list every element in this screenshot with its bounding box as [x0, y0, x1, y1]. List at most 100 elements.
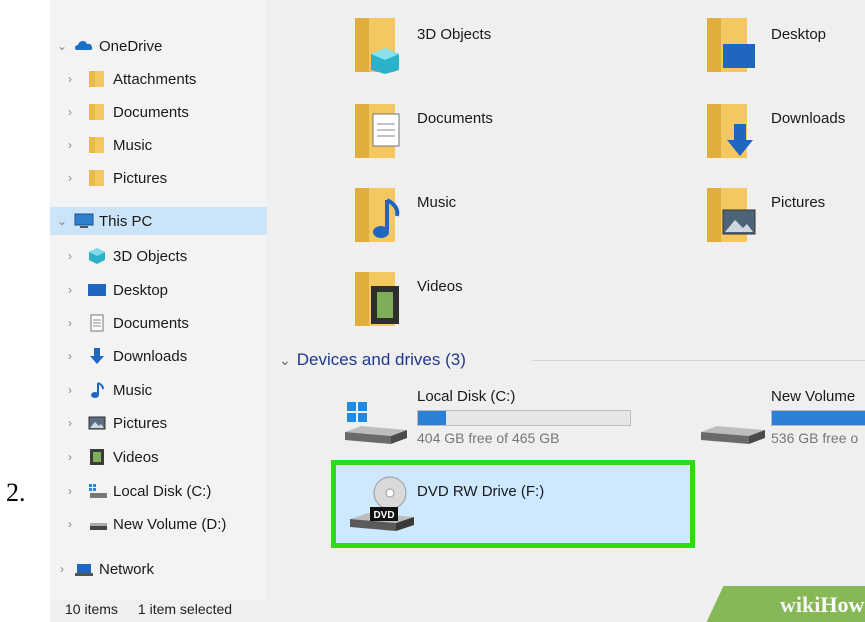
nav-label: OneDrive — [99, 37, 163, 55]
cube-icon — [88, 247, 106, 265]
nav-label: Pictures — [113, 414, 168, 432]
music-folder-icon — [355, 184, 407, 246]
nav-item-3d-objects[interactable]: › 3D Objects — [50, 242, 281, 270]
nav-item-music[interactable]: › Music — [50, 376, 281, 404]
folder-label: Music — [417, 194, 457, 211]
step-number: 2. — [6, 478, 26, 507]
chevron-down-icon[interactable]: ⌄ — [56, 39, 68, 53]
drive-free-space: 404 GB free of 465 GB — [417, 430, 560, 446]
nav-label: Videos — [113, 448, 159, 466]
nav-item-documents-onedrive[interactable]: › Documents — [50, 98, 281, 126]
chevron-down-icon[interactable]: ⌄ — [56, 214, 68, 228]
nav-item-local-disk-c[interactable]: › Local Disk (C:) — [50, 477, 281, 505]
film-icon — [88, 448, 106, 466]
nav-item-network[interactable]: › Network — [50, 555, 273, 583]
nav-item-this-pc[interactable]: ⌄ This PC — [50, 207, 273, 235]
chevron-right-icon[interactable]: › — [64, 72, 76, 86]
folder-icon — [88, 136, 106, 154]
drive-dvd-rw-f[interactable]: DVD DVD RW Drive (F:) — [331, 460, 695, 548]
watermark-text-wiki: wiki — [780, 592, 821, 617]
desktop-folder-icon — [707, 14, 767, 74]
nav-label: Network — [99, 560, 155, 578]
pictures-folder-icon — [707, 184, 767, 246]
navigation-pane: ⌄ OneDrive › Attachments › Documents › M… — [50, 0, 273, 600]
file-explorer-window: ⌄ OneDrive › Attachments › Documents › M… — [50, 0, 865, 622]
chevron-right-icon[interactable]: › — [64, 171, 76, 185]
chevron-right-icon[interactable]: › — [64, 416, 76, 430]
drive-label: Local Disk (C:) — [417, 388, 516, 405]
folder-icon — [88, 103, 106, 121]
selected-count: 1 item selected — [137, 601, 233, 617]
devices-section-header[interactable]: ⌄ Devices and drives (3) — [279, 350, 466, 370]
chevron-right-icon[interactable]: › — [64, 517, 76, 531]
watermark-logo: wikiHow — [780, 592, 864, 618]
folder-icon — [88, 169, 106, 187]
nav-label: This PC — [99, 212, 153, 230]
drive-usage-bar — [771, 410, 865, 426]
videos-folder-icon — [355, 268, 407, 330]
music-note-icon — [88, 381, 106, 399]
folder-label: Videos — [417, 278, 463, 295]
folder-icon — [355, 14, 407, 74]
content-pane: 3D Objects Desktop Documents Downloads M… — [267, 0, 865, 622]
documents-folder-icon — [355, 100, 407, 162]
nav-item-downloads[interactable]: › Downloads — [50, 342, 281, 370]
nav-item-new-volume-d[interactable]: › New Volume (D:) — [50, 510, 281, 538]
chevron-right-icon[interactable]: › — [64, 316, 76, 330]
folder-label: Downloads — [771, 110, 846, 127]
picture-icon — [88, 414, 106, 432]
download-arrow-icon — [88, 347, 106, 365]
dvd-drive-icon: DVD — [348, 475, 418, 537]
watermark-text-how: How — [820, 592, 865, 617]
chevron-right-icon[interactable]: › — [64, 450, 76, 464]
nav-item-music-onedrive[interactable]: › Music — [50, 131, 281, 159]
computer-icon — [74, 212, 94, 230]
network-icon — [74, 560, 93, 578]
drive-windows-icon — [88, 482, 107, 500]
nav-label: Music — [113, 381, 153, 399]
cloud-icon — [74, 37, 93, 55]
chevron-right-icon[interactable]: › — [64, 249, 76, 263]
nav-label: Documents — [113, 103, 189, 121]
nav-item-attachments[interactable]: › Attachments — [50, 65, 281, 93]
folder-label: Pictures — [771, 194, 826, 211]
nav-item-desktop[interactable]: › Desktop — [50, 276, 281, 304]
chevron-right-icon[interactable]: › — [64, 383, 76, 397]
item-count: 10 items — [65, 601, 118, 617]
nav-label: Attachments — [113, 70, 197, 88]
drive-label: DVD RW Drive (F:) — [417, 483, 545, 500]
nav-label: New Volume (D:) — [113, 515, 227, 533]
nav-item-pictures[interactable]: › Pictures — [50, 409, 281, 437]
chevron-down-icon[interactable]: ⌄ — [279, 352, 291, 369]
document-icon — [88, 314, 106, 332]
chevron-right-icon[interactable]: › — [64, 484, 76, 498]
nav-item-onedrive[interactable]: ⌄ OneDrive — [50, 32, 273, 60]
desktop-icon — [88, 281, 106, 299]
nav-label: Downloads — [113, 347, 188, 365]
chevron-right-icon[interactable]: › — [64, 349, 76, 363]
nav-label: Pictures — [113, 169, 168, 187]
chevron-right-icon[interactable]: › — [56, 562, 68, 576]
chevron-right-icon[interactable]: › — [64, 105, 76, 119]
folder-label: 3D Objects — [417, 26, 492, 43]
drive-free-space: 536 GB free o — [771, 430, 859, 446]
chevron-right-icon[interactable]: › — [64, 138, 76, 152]
nav-label: Local Disk (C:) — [113, 482, 212, 500]
status-bar: 10 items 1 item selected — [50, 596, 267, 622]
nav-label: Desktop — [113, 281, 169, 299]
downloads-folder-icon — [707, 100, 767, 162]
nav-label: 3D Objects — [113, 247, 188, 265]
drive-icon — [88, 515, 107, 533]
chevron-right-icon[interactable]: › — [64, 283, 76, 297]
drive-usage-bar — [417, 410, 631, 426]
nav-item-videos[interactable]: › Videos — [50, 443, 281, 471]
section-divider — [532, 360, 865, 361]
nav-item-pictures-onedrive[interactable]: › Pictures — [50, 164, 281, 192]
windows-drive-icon — [341, 402, 409, 448]
drive-icon — [697, 410, 767, 450]
nav-label: Documents — [113, 314, 189, 332]
nav-item-documents[interactable]: › Documents — [50, 309, 281, 337]
drive-usage-fill — [418, 411, 446, 425]
folder-label: Documents — [417, 110, 493, 127]
drive-usage-fill — [772, 411, 865, 425]
